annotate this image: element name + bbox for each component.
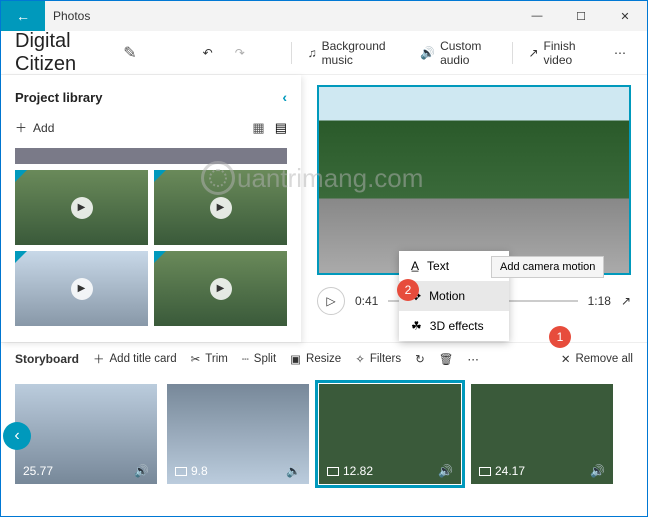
menu-3d-effects[interactable]: ☘3D effects [399,311,509,341]
toolbar: Digital Citizen ✎ ↶ ↷ ♫Background music … [1,31,647,75]
maximize-button[interactable]: ☐ [559,1,603,31]
callout-badge-1: 1 [549,326,571,348]
library-thumb[interactable] [15,148,287,164]
play-icon: ▶ [71,197,93,219]
more-button[interactable]: ⋯ [608,42,633,64]
scroll-left-button[interactable]: ‹ [3,422,31,450]
add-media-button[interactable]: ＋Add [15,119,54,136]
title-bar: ← Photos ― ☐ ✕ [1,1,647,31]
grid-large-icon[interactable]: ▤ [275,120,287,136]
remove-all-button[interactable]: ✕ Remove all [561,352,633,366]
resize-button[interactable]: ▣ Resize [290,352,341,366]
play-button[interactable]: ▷ [317,287,345,315]
delete-button[interactable]: 🗑 [439,352,454,366]
filters-button[interactable]: ✧ Filters [355,352,401,366]
trim-button[interactable]: ✂ Trim [191,352,228,366]
app-title: Photos [45,9,515,23]
audio-icon: 🔊 [420,46,435,60]
finish-video-button[interactable]: ↗Finish video [522,35,598,71]
storyboard-clip[interactable]: 9.8 🔊 [167,384,309,484]
split-button[interactable]: ┄ Split [242,352,276,366]
play-icon: ▶ [210,278,232,300]
add-title-card-button[interactable]: ＋ Add title card [93,351,177,367]
play-icon: ▶ [71,278,93,300]
fullscreen-icon[interactable]: ↗ [621,294,631,308]
volume-icon[interactable]: 🔊 [286,464,301,478]
tooltip: Add camera motion [491,256,604,278]
library-title: Project library [15,90,102,105]
storyboard-title: Storyboard [15,352,79,366]
time-total: 1:18 [588,294,611,308]
edit-title-icon[interactable]: ✎ [123,43,136,63]
video-preview[interactable] [317,85,631,275]
collapse-library-icon[interactable]: ‹ [282,89,287,105]
back-button[interactable]: ← [1,1,45,31]
callout-badge-2: 2 [397,279,419,301]
storyboard: ‹ 25.77 🔊 9.8 🔊 12.82 🔊 24.17 🔊 [1,374,647,504]
library-thumb[interactable]: ▶ [154,170,287,245]
minimize-button[interactable]: ― [515,1,559,31]
library-thumb[interactable]: ▶ [15,170,148,245]
storyboard-clip[interactable]: 25.77 🔊 [15,384,157,484]
more-storyboard-button[interactable]: ⋯ [467,352,479,366]
library-thumb[interactable]: ▶ [154,251,287,326]
cube-icon: ☘ [411,319,422,333]
storyboard-clip[interactable]: 24.17 🔊 [471,384,613,484]
music-icon: ♫ [308,46,317,60]
library-thumb[interactable]: ▶ [15,251,148,326]
background-music-button[interactable]: ♫Background music [302,35,405,71]
volume-icon[interactable]: 🔊 [134,464,149,478]
volume-icon[interactable]: 🔊 [590,464,605,478]
project-library-panel: Project library ‹ ＋Add ▦ ▤ ▶ ▶ ▶ ▶ [1,75,301,342]
play-icon: ▶ [210,197,232,219]
text-icon: A̲ [411,259,419,273]
project-title: Digital Citizen [15,30,113,76]
plus-icon: ＋ [15,119,27,136]
export-icon: ↗ [528,46,538,60]
volume-icon[interactable]: 🔊 [438,464,453,478]
custom-audio-button[interactable]: 🔊Custom audio [414,35,502,71]
storyboard-toolbar: Storyboard ＋ Add title card ✂ Trim ┄ Spl… [1,342,647,374]
close-button[interactable]: ✕ [603,1,647,31]
time-current: 0:41 [355,294,378,308]
grid-small-icon[interactable]: ▦ [252,120,264,136]
rotate-button[interactable]: ↻ [415,352,425,366]
storyboard-clip-selected[interactable]: 12.82 🔊 [319,384,461,484]
redo-button[interactable]: ↷ [229,42,251,64]
undo-button[interactable]: ↶ [197,42,219,64]
